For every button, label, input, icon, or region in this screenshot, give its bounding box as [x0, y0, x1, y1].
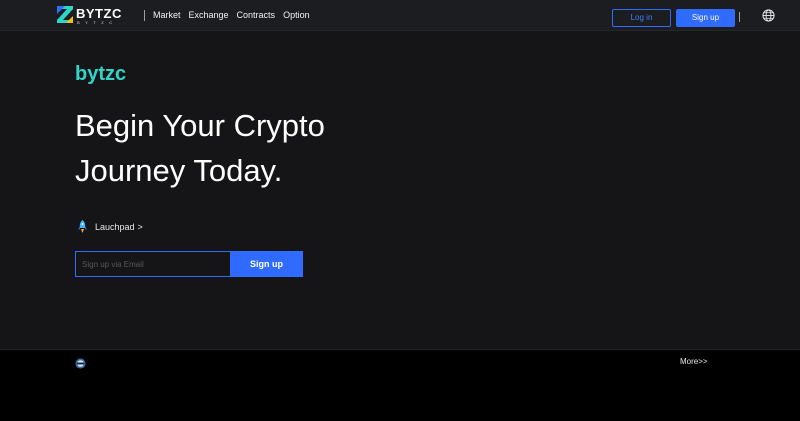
signup-button-hero[interactable]: Sign up [230, 251, 303, 277]
logo-subtext: BYTZC [77, 20, 118, 25]
header-divider [739, 12, 740, 22]
main-nav: Market Exchange Contracts Option [153, 10, 310, 21]
signup-button-header[interactable]: Sign up [676, 9, 735, 27]
nav-exchange[interactable]: Exchange [189, 10, 229, 21]
top-nav-bar: BYTZC BYTZC Market Exchange Contracts Op… [0, 0, 800, 31]
globe-icon[interactable] [762, 9, 775, 22]
launchpad-link[interactable]: Lauchpad > [77, 220, 143, 233]
coin-icon [75, 358, 86, 369]
nav-divider [144, 10, 145, 21]
nav-contracts[interactable]: Contracts [237, 10, 276, 21]
nav-market[interactable]: Market [153, 10, 181, 21]
hero-headline: Begin Your Crypto Journey Today. [75, 103, 415, 193]
logo[interactable]: BYTZC BYTZC [57, 6, 129, 26]
login-button[interactable]: Log in [612, 9, 671, 27]
rocket-icon [78, 220, 87, 233]
brand-label: bytzc [75, 63, 127, 85]
headline-line-1: Begin Your Crypto [75, 108, 325, 143]
chevron-right-icon: > [137, 221, 143, 232]
logo-mark-icon [57, 6, 73, 23]
headline-line-2: Journey Today. [75, 153, 283, 188]
logo-text: BYTZC [76, 6, 122, 21]
nav-option[interactable]: Option [283, 10, 310, 21]
launchpad-label: Lauchpad [95, 221, 135, 232]
more-link[interactable]: More>> [680, 357, 708, 366]
email-input[interactable] [75, 251, 231, 277]
